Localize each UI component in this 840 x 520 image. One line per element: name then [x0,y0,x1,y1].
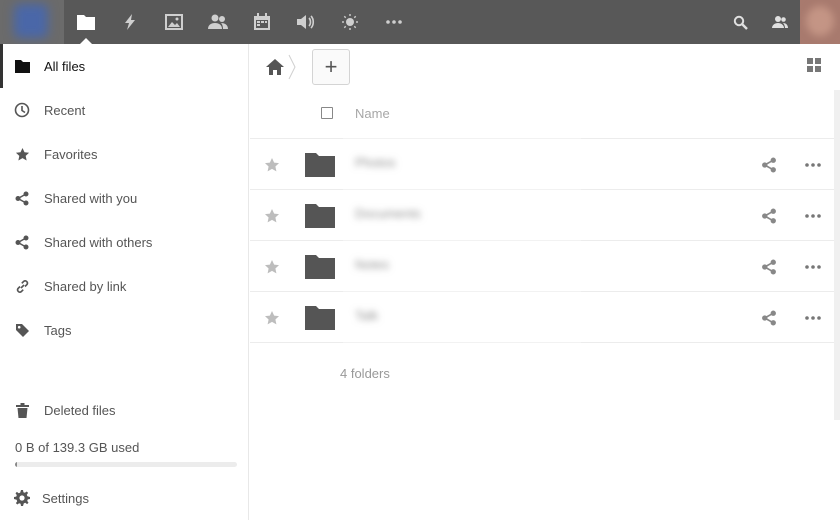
sidebar-item-shared-with-you[interactable]: Shared with you [0,176,249,220]
clock-icon [14,102,30,118]
header-right [720,0,840,44]
new-button[interactable]: + [312,49,350,85]
sidebar-item-shared-with-others[interactable]: Shared with others [0,220,249,264]
sidebar-item-label: Shared with others [44,234,153,250]
app-weather-button[interactable] [328,0,372,44]
calendar-icon [254,13,270,30]
favorite-star-icon[interactable] [264,259,280,275]
sidebar-item-favorites[interactable]: Favorites [0,132,249,176]
sidebar-item-label: Favorites [44,146,98,162]
table-row[interactable]: Notes [250,241,840,292]
app-menu [64,0,416,44]
tag-icon [14,322,30,338]
quota-text: 0 B of 139.3 GB used [15,440,140,455]
breadcrumb-home[interactable] [264,56,286,78]
quota-fill [15,462,18,467]
sidebar-item-label: Shared with you [44,190,138,206]
settings-button[interactable]: Settings [0,476,249,520]
image-icon [165,14,183,30]
app-gallery-button[interactable] [152,0,196,44]
lightning-icon [125,14,135,30]
app-files-button[interactable] [64,0,108,44]
controls-bar: + [250,44,840,90]
more-icon [386,20,402,24]
share-icon [14,234,30,250]
contacts-menu-icon [772,16,788,28]
app-announcements-button[interactable] [284,0,328,44]
folder-icon [305,255,335,279]
folder-icon [14,58,30,74]
sidebar-item-label: Tags [44,322,72,338]
share-icon[interactable] [761,259,777,275]
more-actions-icon[interactable] [804,208,822,224]
table-row[interactable]: Talk [250,292,840,343]
search-icon [733,15,748,30]
grid-view-icon[interactable] [806,57,822,73]
app-contacts-button[interactable] [196,0,240,44]
app-calendar-button[interactable] [240,0,284,44]
sidebar-item-label: Recent [44,102,86,118]
file-list-header: Name [250,90,840,139]
trash-icon [14,402,30,418]
folder-icon [305,204,335,228]
sidebar-item-all-files[interactable]: All files [0,44,249,88]
file-name[interactable]: Talk [355,308,378,323]
more-actions-icon[interactable] [804,310,822,326]
file-name[interactable]: Documents [355,206,421,221]
star-icon [14,146,30,162]
breadcrumb-separator [288,54,296,80]
table-row[interactable]: Documents [250,190,840,241]
sun-icon [342,14,358,30]
app-more-button[interactable] [372,0,416,44]
favorite-star-icon[interactable] [264,208,280,224]
app-activity-button[interactable] [108,0,152,44]
sidebar-item-label: Shared by link [44,278,127,294]
sidebar-item-label: Deleted files [44,402,116,418]
column-name-header[interactable]: Name [355,106,390,121]
folder-icon [305,153,335,177]
file-name[interactable]: Photos [355,155,395,170]
sidebar-item-shared-by-link[interactable]: Shared by link [0,264,249,308]
contacts-menu-button[interactable] [760,0,800,44]
table-row[interactable]: Photos [250,139,840,190]
file-summary: 4 folders [340,366,390,381]
top-header [0,0,840,44]
home-icon [266,59,284,75]
sidebar-item-deleted-files[interactable]: Deleted files [0,388,249,432]
favorite-star-icon[interactable] [264,157,280,173]
favorite-star-icon[interactable] [264,310,280,326]
share-icon [14,190,30,206]
share-icon[interactable] [761,208,777,224]
sidebar-item-recent[interactable]: Recent [0,88,249,132]
quota-bar [15,462,237,467]
sidebar-item-tags[interactable]: Tags [0,308,249,352]
settings-label: Settings [42,490,89,506]
select-all-checkbox[interactable] [321,107,333,119]
contacts-icon [208,14,228,29]
folder-icon [305,306,335,330]
search-button[interactable] [720,0,760,44]
more-actions-icon[interactable] [804,259,822,275]
more-actions-icon[interactable] [804,157,822,173]
file-name[interactable]: Notes [355,257,389,272]
link-icon [14,278,30,294]
logo[interactable] [0,0,64,44]
user-avatar[interactable] [800,0,840,44]
share-icon[interactable] [761,157,777,173]
gear-icon [14,490,30,506]
sidebar: All files Recent Favorites Shared with y… [0,44,249,520]
megaphone-icon [297,15,315,29]
sidebar-item-label: All files [44,58,86,74]
scrollbar[interactable] [834,90,840,420]
folder-icon [77,15,95,30]
share-icon[interactable] [761,310,777,326]
